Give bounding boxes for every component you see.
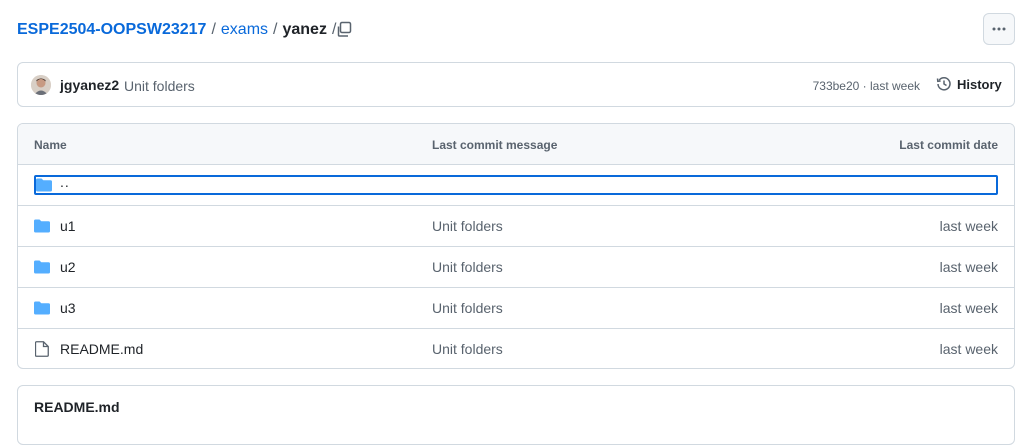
breadcrumb: ESPE2504-OOPSW23217 / exams / yanez / [17,20,341,40]
focus-outline [34,175,998,195]
table-header: Name Last commit message Last commit dat… [18,124,1014,165]
column-header-message: Last commit message [432,138,558,152]
commit-message-link[interactable]: Unit folders [124,78,195,94]
kebab-horizontal-icon [992,27,1006,31]
commit-date: last week [939,341,998,357]
copy-icon [337,21,352,37]
readme-panel: README.md [17,385,1015,445]
file-name-link[interactable]: README.md [60,341,143,357]
avatar[interactable] [31,75,51,95]
breadcrumb-separator: / [273,21,278,38]
readme-title[interactable]: README.md [34,399,120,415]
file-name-link[interactable]: u2 [60,259,76,275]
breadcrumb-folder-link[interactable]: exams [221,20,268,40]
commit-meta[interactable]: 733be20 · last week [813,79,920,93]
folder-icon [34,218,50,234]
file-name-link[interactable]: u1 [60,218,76,234]
commit-date: last week [939,259,998,275]
copy-path-button[interactable] [333,18,355,40]
table-row[interactable]: u2 Unit folders last week [18,247,1014,288]
table-row[interactable]: README.md Unit folders last week [18,329,1014,368]
file-table: Name Last commit message Last commit dat… [17,123,1015,369]
parent-directory-row[interactable]: .. [18,165,1014,206]
commit-message-link[interactable]: Unit folders [432,341,503,357]
parent-directory-link[interactable]: .. [60,174,70,190]
file-icon [34,341,50,357]
folder-icon [34,300,50,316]
table-row[interactable]: u1 Unit folders last week [18,206,1014,247]
commit-message-link[interactable]: Unit folders [432,218,503,234]
breadcrumb-repo-link[interactable]: ESPE2504-OOPSW23217 [17,20,206,40]
table-row[interactable]: u3 Unit folders last week [18,288,1014,329]
history-button[interactable]: History [936,76,1002,92]
folder-icon [36,178,52,195]
more-options-button[interactable] [983,13,1015,45]
breadcrumb-current: yanez [282,21,327,38]
commit-author-link[interactable]: jgyanez2 [60,77,119,93]
commit-message-link[interactable]: Unit folders [432,300,503,316]
history-label: History [957,76,1002,92]
latest-commit-bar: jgyanez2 Unit folders 733be20 · last wee… [17,62,1015,107]
column-header-name: Name [34,138,67,152]
folder-icon [34,259,50,275]
repo-header: ESPE2504-OOPSW23217 / exams / yanez / [0,0,1020,60]
commit-date: last week [939,218,998,234]
commit-date: last week [939,300,998,316]
history-icon [936,77,951,91]
file-name-link[interactable]: u3 [60,300,76,316]
column-header-date: Last commit date [899,138,998,152]
commit-message-link[interactable]: Unit folders [432,259,503,275]
breadcrumb-separator: / [211,21,216,38]
